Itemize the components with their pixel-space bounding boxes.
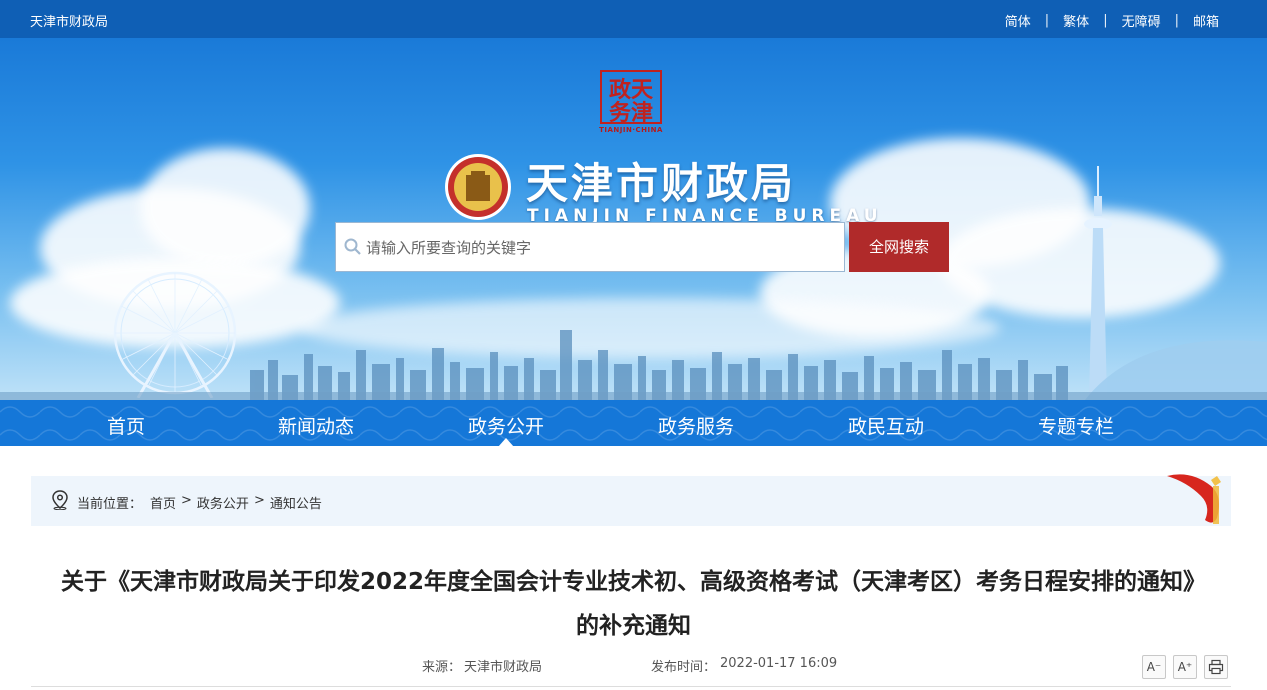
article-title: 关于《天津市财政局关于印发2022年度全国会计专业技术初、高级资格考试（天津考区… xyxy=(30,560,1237,648)
city-skyline xyxy=(0,330,1267,400)
nav-gov-affairs[interactable]: 政务公开 xyxy=(446,412,566,439)
print-button[interactable] xyxy=(1204,655,1228,679)
breadcrumb-notices[interactable]: 通知公告 xyxy=(270,493,322,512)
link-simplified[interactable]: 简体 xyxy=(1005,11,1031,30)
nav-home[interactable]: 首页 xyxy=(66,412,186,439)
search-icon xyxy=(344,238,361,255)
site-name: 天津市财政局 xyxy=(30,15,109,30)
header-banner: 政天 务津 TIANJIN·CHINA 天津市财政局 TIANJIN FINAN… xyxy=(0,38,1267,400)
source-label: 来源： xyxy=(422,660,462,675)
red-ribbon-decoration xyxy=(1167,474,1221,524)
top-bar: 天津市财政局 简体 | 繁体 | 无障碍 | 邮箱 xyxy=(0,0,1267,38)
search-box xyxy=(335,222,845,272)
active-nav-indicator xyxy=(498,438,514,447)
link-traditional[interactable]: 繁体 xyxy=(1063,11,1089,30)
breadcrumb-path: 首页 > 政务公开 > 通知公告 xyxy=(150,493,322,512)
breadcrumb-gov-affairs[interactable]: 政务公开 xyxy=(197,493,249,512)
search-input[interactable] xyxy=(366,235,836,261)
breadcrumb-label: 当前位置： xyxy=(77,497,143,512)
separator: | xyxy=(1103,13,1108,28)
nav-gov-services[interactable]: 政务服务 xyxy=(636,412,756,439)
publish-time-label: 发布时间： xyxy=(651,660,717,675)
increase-font-button[interactable]: A⁺ xyxy=(1173,655,1197,679)
nav-interaction[interactable]: 政民互动 xyxy=(826,412,946,439)
nav-special-topics[interactable]: 专题专栏 xyxy=(1016,412,1136,439)
article-title-line1: 关于《天津市财政局关于印发2022年度全国会计专业技术初、高级资格考试（天津考区… xyxy=(60,569,1206,595)
top-links: 简体 | 繁体 | 无障碍 | 邮箱 xyxy=(1005,11,1219,30)
link-mailbox[interactable]: 邮箱 xyxy=(1193,11,1219,30)
separator: | xyxy=(1044,13,1050,28)
separator: | xyxy=(1174,13,1179,28)
tianjin-seal-logo: 政天 务津 xyxy=(600,70,662,126)
link-accessibility[interactable]: 无障碍 xyxy=(1122,11,1161,30)
publish-time-value: 2022-01-17 16:09 xyxy=(720,656,838,671)
breadcrumb-separator: > xyxy=(253,493,265,508)
seal-subtitle: TIANJIN·CHINA xyxy=(599,126,663,134)
cloud xyxy=(140,148,310,268)
bureau-emblem-icon xyxy=(445,154,511,220)
svg-text:务津: 务津 xyxy=(609,100,653,126)
nav-news[interactable]: 新闻动态 xyxy=(256,412,376,439)
article-title-line2: 的补充通知 xyxy=(576,613,691,639)
brand-name-cn: 天津市财政局 xyxy=(526,159,797,208)
divider xyxy=(31,686,1231,687)
search-button[interactable]: 全网搜索 xyxy=(849,222,949,272)
source-value: 天津市财政局 xyxy=(464,660,543,675)
breadcrumb-home[interactable]: 首页 xyxy=(150,493,176,512)
printer-icon xyxy=(1208,659,1224,675)
decrease-font-button[interactable]: A⁻ xyxy=(1142,655,1166,679)
breadcrumb: 当前位置： 首页 > 政务公开 > 通知公告 xyxy=(31,474,1231,526)
location-pin-icon xyxy=(52,490,68,510)
main-nav: 首页 新闻动态 政务公开 政务服务 政民互动 专题专栏 xyxy=(0,400,1267,446)
breadcrumb-separator: > xyxy=(181,493,192,508)
